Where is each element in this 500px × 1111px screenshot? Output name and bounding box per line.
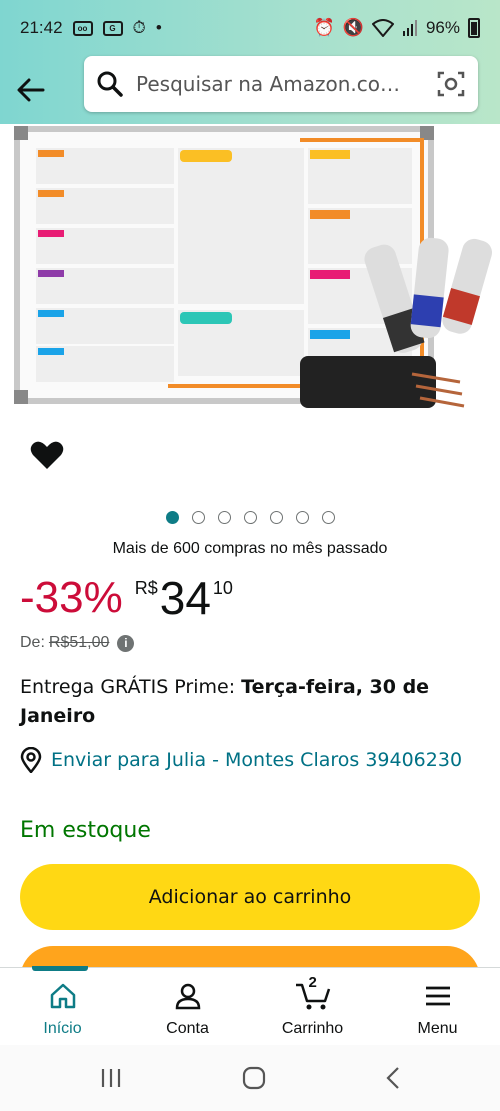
wifi-icon — [371, 19, 394, 37]
carousel-dot[interactable] — [191, 511, 205, 524]
voicemail-icon: oo — [72, 20, 93, 36]
timer-icon: ⏱ — [132, 18, 146, 37]
nav-cart-label: Carrinho — [281, 1020, 344, 1037]
price-fraction: 10 — [212, 578, 233, 598]
search-input[interactable]: Pesquisar na Amazon.co… — [84, 56, 478, 112]
home-button-icon[interactable] — [242, 1066, 266, 1090]
ship-to-link[interactable]: Enviar para Julia - Montes Claros 394062… — [20, 747, 462, 773]
home-icon — [50, 983, 75, 1009]
nav-cart[interactable]: 2 Carrinho — [250, 968, 375, 1045]
add-to-cart-button[interactable]: Adicionar ao carrinho — [20, 864, 480, 930]
image-carousel-indicator — [0, 511, 500, 524]
carousel-dot[interactable] — [217, 511, 231, 524]
price-currency: R$ — [134, 578, 158, 598]
list-price-row: De: R$51,00 i — [20, 634, 135, 652]
nav-home-label: Início — [43, 1020, 82, 1037]
heart-icon — [30, 441, 64, 469]
list-price: R$51,00 — [48, 634, 110, 651]
camera-search-icon[interactable] — [436, 69, 466, 99]
battery-text: 96% — [425, 18, 460, 37]
nav-menu-label: Menu — [417, 1020, 458, 1037]
delivery-prefix: Entrega GRÁTIS Prime: — [20, 676, 236, 698]
nav-account[interactable]: Conta — [125, 968, 250, 1045]
bought-count-text: Mais de 600 compras no mês passado — [112, 540, 388, 557]
back-button[interactable] — [0, 60, 62, 120]
carousel-dot[interactable] — [295, 511, 309, 524]
account-icon — [175, 983, 200, 1010]
search-placeholder: Pesquisar na Amazon.co… — [136, 72, 400, 96]
ship-to-text[interactable]: Enviar para Julia - Montes Claros 394062… — [51, 749, 462, 771]
wishlist-button[interactable] — [30, 440, 70, 480]
search-icon — [97, 71, 123, 97]
whiteboard-illustration — [14, 126, 493, 408]
alarm-icon: ⏰ — [313, 18, 335, 37]
location-pin-icon — [20, 747, 42, 773]
delivery-info: Entrega GRÁTIS Prime: Terça-feira, 30 de… — [20, 673, 480, 731]
carousel-dot[interactable] — [321, 511, 335, 524]
back-nav-icon[interactable] — [385, 1066, 401, 1090]
signal-icon — [402, 20, 417, 36]
recent-apps-icon[interactable] — [99, 1067, 123, 1089]
price-whole: 34 — [159, 572, 211, 624]
carousel-dot[interactable] — [243, 511, 257, 524]
nav-account-label: Conta — [166, 1020, 209, 1037]
cart-count-badge: 2 — [308, 974, 317, 991]
nav-home[interactable]: Início — [0, 968, 125, 1045]
status-time: 21:42 — [20, 18, 63, 37]
discount-percent: -33% — [20, 573, 123, 622]
nav-menu[interactable]: Menu — [375, 968, 500, 1045]
carousel-dot[interactable] — [165, 511, 179, 524]
product-image[interactable] — [0, 124, 500, 414]
stock-status: Em estoque — [20, 818, 151, 843]
mute-icon: 🔇 — [342, 18, 364, 37]
battery-icon — [468, 18, 480, 38]
system-navigation-bar — [0, 1045, 500, 1111]
search-header: Pesquisar na Amazon.co… — [0, 56, 500, 124]
active-tab-indicator — [32, 966, 88, 971]
list-price-label: De: — [20, 634, 45, 651]
menu-icon — [425, 986, 450, 1006]
info-icon[interactable]: i — [117, 634, 135, 652]
price-block: -33% R$ 34 10 — [20, 570, 233, 626]
carousel-dot[interactable] — [269, 511, 283, 524]
bottom-navigation: Início Conta 2 Carrinho Menu — [0, 966, 500, 1045]
status-bar: 21:42 oo G ⏱ • ⏰ 🔇 96% — [0, 0, 500, 56]
more-notifications-icon: • — [155, 18, 162, 37]
arrow-left-icon — [17, 78, 45, 102]
notification-icon: G — [102, 20, 123, 36]
